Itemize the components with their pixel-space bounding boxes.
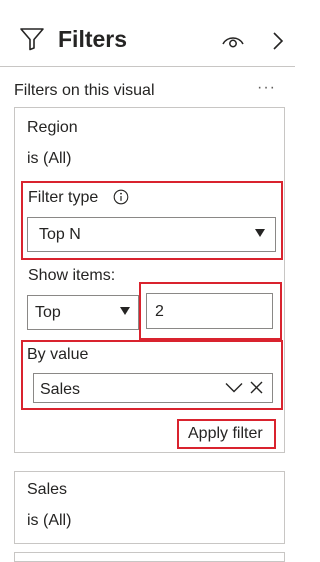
- highlight-apply: [177, 419, 276, 449]
- highlight-filter-type: [21, 181, 283, 260]
- header-divider: [0, 66, 295, 67]
- caret-down-icon: [120, 307, 130, 315]
- highlight-by-value: [21, 340, 283, 410]
- filter-card-next[interactable]: [14, 552, 285, 562]
- filter-state: is (All): [27, 512, 72, 529]
- section-title: Filters on this visual: [14, 82, 155, 99]
- show-items-label: Show items:: [28, 267, 116, 284]
- filter-icon: [20, 28, 44, 51]
- pane-title: Filters: [58, 26, 128, 52]
- highlight-count: [139, 282, 282, 340]
- chevron-right-icon[interactable]: [271, 31, 285, 51]
- eye-icon[interactable]: [221, 32, 245, 50]
- filter-field-name[interactable]: Sales: [27, 480, 67, 500]
- show-items-direction-value: Top: [35, 304, 61, 321]
- filter-field-name[interactable]: Region: [27, 118, 78, 138]
- more-options-icon[interactable]: ···: [257, 80, 276, 96]
- filter-state: is (All): [27, 150, 72, 167]
